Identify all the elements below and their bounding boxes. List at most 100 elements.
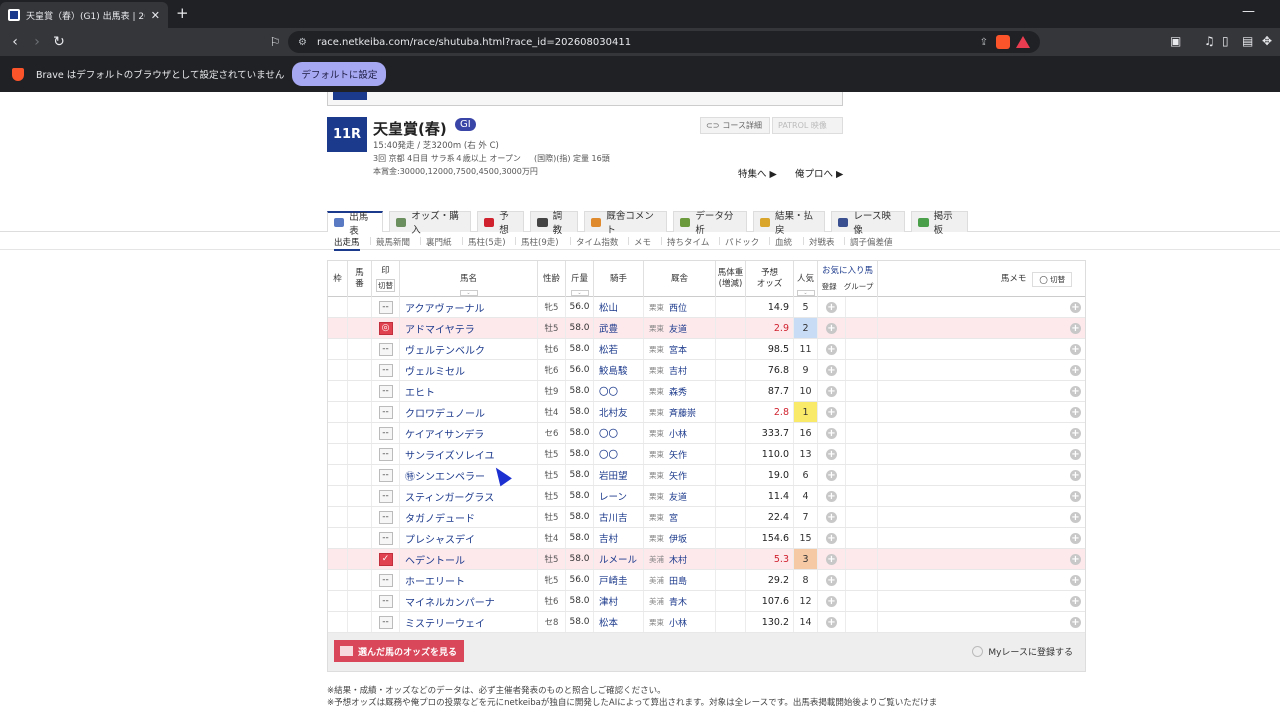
jockey-link[interactable]: 吉村 <box>594 528 644 548</box>
brave-rewards-icon[interactable] <box>1016 36 1030 48</box>
add-favorite-icon[interactable]: + <box>826 364 837 376</box>
add-memo-icon[interactable]: + <box>1070 553 1081 565</box>
jockey-link[interactable]: 岩田望 <box>594 465 644 485</box>
mark-selector[interactable]: -- <box>378 300 393 314</box>
memo-toggle-button[interactable]: ◯ 切替 <box>1032 271 1073 287</box>
trainer-link[interactable]: 小林 <box>669 427 687 440</box>
jockey-link[interactable]: 松本 <box>594 612 644 632</box>
jockey-link[interactable]: 〇〇 <box>594 381 644 401</box>
add-memo-icon[interactable]: + <box>1070 301 1081 313</box>
add-memo-icon[interactable]: + <box>1070 469 1081 481</box>
sub-tab[interactable]: 血統 <box>775 236 792 248</box>
mark-selector[interactable]: -- <box>378 531 393 545</box>
add-memo-icon[interactable]: + <box>1070 427 1081 439</box>
trainer-link[interactable]: 田島 <box>669 574 687 587</box>
add-favorite-icon[interactable]: + <box>826 343 837 355</box>
selected-odds-button[interactable]: 選んだ馬のオッズを見る <box>334 640 464 662</box>
add-memo-icon[interactable]: + <box>1070 343 1081 355</box>
jockey-link[interactable]: 〇〇 <box>594 423 644 443</box>
add-favorite-icon[interactable]: + <box>826 595 837 607</box>
mark-toggle-button[interactable]: 切替 <box>376 279 395 292</box>
horse-name-link[interactable]: ホーエリート <box>400 570 538 590</box>
main-tab[interactable]: データ分析 <box>673 211 747 236</box>
trainer-link[interactable]: 小林 <box>669 616 687 629</box>
mark-selector[interactable]: -- <box>378 342 393 356</box>
main-tab[interactable]: 厩舎コメント <box>584 211 667 236</box>
add-favorite-icon[interactable]: + <box>826 322 837 334</box>
jockey-link[interactable]: 武豊 <box>594 318 644 338</box>
sub-tab[interactable]: 持ちタイム <box>667 236 709 248</box>
trainer-link[interactable]: 友道 <box>669 490 687 503</box>
horse-name-link[interactable]: ミステリーウェイ <box>400 612 538 632</box>
add-memo-icon[interactable]: + <box>1070 385 1081 397</box>
share-icon[interactable]: ⇪ <box>980 37 988 48</box>
add-memo-icon[interactable]: + <box>1070 364 1081 376</box>
mark-selector[interactable]: -- <box>378 447 393 461</box>
header-kinryo[interactable]: 斤量 ⌄ <box>566 261 594 297</box>
horse-name-link[interactable]: ケイアイサンデラ <box>400 423 538 443</box>
add-favorite-icon[interactable]: + <box>826 469 837 481</box>
trainer-link[interactable]: 矢作 <box>669 469 687 482</box>
main-tab[interactable]: レース映像 <box>831 211 905 236</box>
add-favorite-icon[interactable]: + <box>826 511 837 523</box>
horse-name-link[interactable]: エヒト <box>400 381 538 401</box>
sub-tab[interactable]: 出走馬 <box>334 236 360 251</box>
mark-selector[interactable]: -- <box>378 363 393 377</box>
mark-selector[interactable]: ✓ <box>378 552 393 566</box>
jockey-link[interactable]: 古川吉 <box>594 507 644 527</box>
mark-selector[interactable]: -- <box>378 594 393 608</box>
trainer-link[interactable]: 宮本 <box>669 343 687 356</box>
add-memo-icon[interactable]: + <box>1070 322 1081 334</box>
main-tab[interactable]: 掲示板 <box>911 211 968 236</box>
trainer-link[interactable]: 友道 <box>669 322 687 335</box>
my-race-register[interactable]: Myレースに登録する <box>972 645 1073 658</box>
wallet-icon[interactable]: ▤ <box>1242 34 1253 48</box>
add-favorite-icon[interactable]: + <box>826 385 837 397</box>
horse-name-link[interactable]: ヴェルミセル <box>400 360 538 380</box>
forward-icon[interactable]: › <box>26 34 48 50</box>
trainer-link[interactable]: 青木 <box>669 595 687 608</box>
site-info-icon[interactable]: ⚙ <box>298 37 307 48</box>
mark-selector[interactable]: -- <box>378 573 393 587</box>
mark-selector[interactable]: -- <box>378 489 393 503</box>
sub-tab[interactable]: 裏門紙 <box>426 236 452 248</box>
sub-tab[interactable]: パドック <box>725 236 759 248</box>
trainer-link[interactable]: 吉村 <box>669 364 687 377</box>
mark-selector[interactable]: -- <box>378 405 393 419</box>
jockey-link[interactable]: 松若 <box>594 339 644 359</box>
bookmark-icon[interactable]: ⚐ <box>264 35 286 49</box>
trainer-link[interactable]: 木村 <box>669 553 687 566</box>
feature-link[interactable]: 特集へ ▶ <box>738 166 777 180</box>
reader-icon[interactable]: ▯ <box>1222 34 1229 48</box>
main-tab[interactable]: 出馬表 <box>327 211 383 237</box>
trainer-link[interactable]: 矢作 <box>669 448 687 461</box>
horse-name-link[interactable]: タガノデュード <box>400 507 538 527</box>
mark-selector[interactable]: -- <box>378 615 393 629</box>
add-memo-icon[interactable]: + <box>1070 532 1081 544</box>
add-favorite-icon[interactable]: + <box>826 574 837 586</box>
horse-name-link[interactable]: クロワデュノール <box>400 402 538 422</box>
mark-selector[interactable]: -- <box>378 468 393 482</box>
horse-name-link[interactable]: ヘデントール <box>400 549 538 569</box>
trainer-link[interactable]: 西位 <box>669 301 687 314</box>
close-tab-icon[interactable]: ✕ <box>151 9 160 22</box>
trainer-link[interactable]: 森秀 <box>669 385 687 398</box>
trainer-link[interactable]: 伊坂 <box>669 532 687 545</box>
trainer-link[interactable]: 斉藤崇 <box>669 406 696 419</box>
trainer-link[interactable]: 宮 <box>669 511 678 524</box>
sub-tab[interactable]: タイム指数 <box>576 236 618 248</box>
horse-name-link[interactable]: マイネルカンパーナ <box>400 591 538 611</box>
sub-tab[interactable]: 競馬新聞 <box>376 236 410 248</box>
course-detail-button[interactable]: ⊂⊃ コース詳細 <box>700 117 770 134</box>
sub-tab[interactable]: 馬柱(9走) <box>521 236 559 248</box>
extensions-icon[interactable]: ✥ <box>1262 34 1272 48</box>
header-horse[interactable]: 馬名 ⌄ <box>400 261 538 297</box>
sub-tab[interactable]: 対戦表 <box>809 236 835 248</box>
add-favorite-icon[interactable]: + <box>826 448 837 460</box>
jockey-link[interactable]: ルメール <box>594 549 644 569</box>
add-favorite-icon[interactable]: + <box>826 490 837 502</box>
add-memo-icon[interactable]: + <box>1070 595 1081 607</box>
header-ninki[interactable]: 人気 ⌄ <box>794 261 818 297</box>
jockey-link[interactable]: 戸崎圭 <box>594 570 644 590</box>
add-memo-icon[interactable]: + <box>1070 406 1081 418</box>
